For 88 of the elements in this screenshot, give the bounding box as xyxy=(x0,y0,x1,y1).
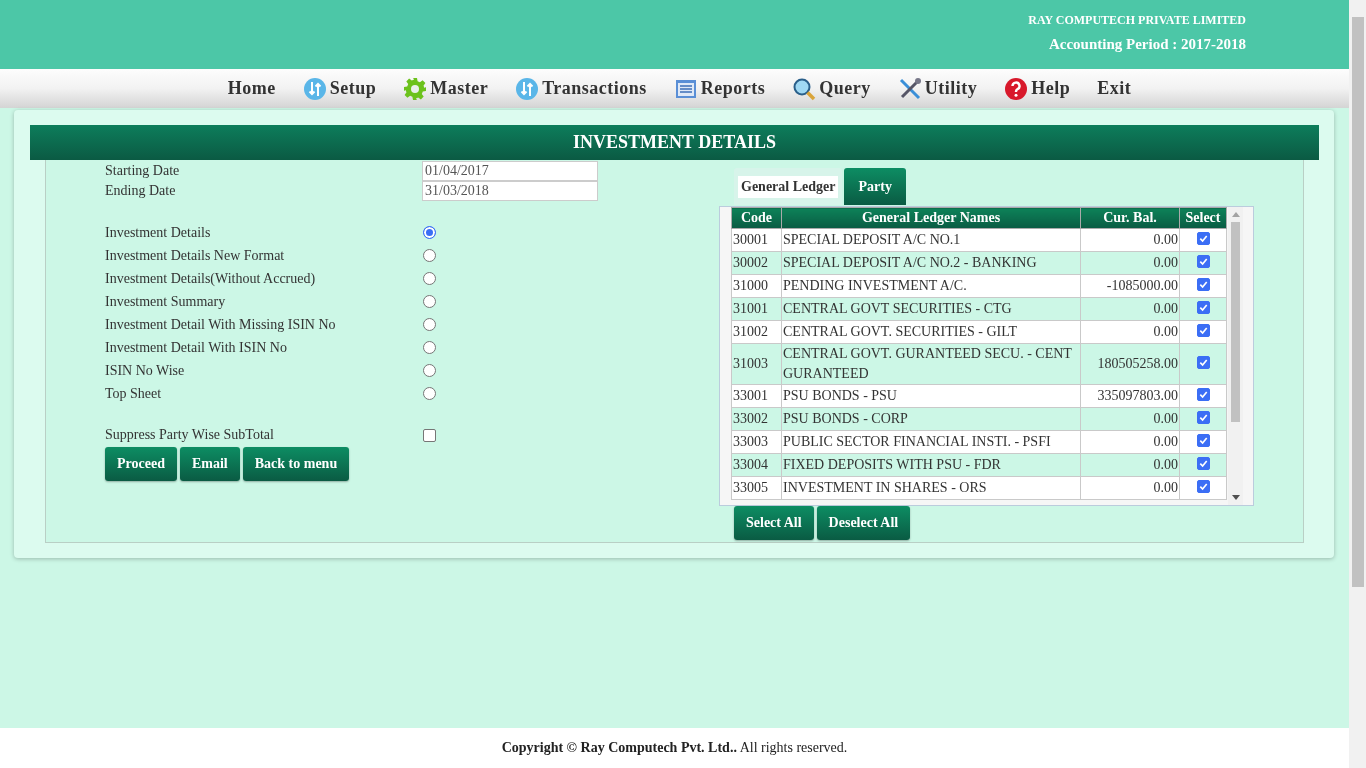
checkbox[interactable] xyxy=(1197,388,1210,401)
page-title-bar: INVESTMENT DETAILS xyxy=(30,125,1319,160)
menu-item[interactable]: Query xyxy=(792,76,871,101)
table-cell: 33003 xyxy=(731,430,782,454)
arrows-icon xyxy=(515,76,540,101)
menu-item[interactable]: Help xyxy=(1004,76,1071,101)
option-label: ISIN No Wise xyxy=(105,362,186,379)
checkbox[interactable] xyxy=(1197,301,1210,314)
table-cell: PENDING INVESTMENT A/C. xyxy=(781,274,1081,298)
action-button[interactable]: Deselect All xyxy=(816,506,911,540)
table-cell: 31003 xyxy=(731,343,782,385)
radio-button[interactable] xyxy=(423,341,436,354)
date-field[interactable]: 31/03/2018 xyxy=(422,181,598,201)
arrows-icon xyxy=(302,76,327,101)
radio-button[interactable] xyxy=(423,364,436,377)
company-name: RAY COMPUTECH PRIVATE LIMITED xyxy=(1028,13,1246,28)
copyright-text: Copyright © Ray Computech Pvt. Ltd.. All rights reserved. xyxy=(501,740,848,756)
checkbox[interactable] xyxy=(1197,255,1210,268)
table-cell: 30002 xyxy=(731,251,782,275)
scrollbar[interactable] xyxy=(1228,207,1243,505)
checkbox[interactable] xyxy=(1197,457,1210,470)
menu-item[interactable]: Exit xyxy=(1097,78,1132,99)
table-cell: PSU BONDS - CORP xyxy=(781,407,1081,431)
table-cell: 33004 xyxy=(731,453,782,477)
table-cell: CENTRAL GOVT SECURITIES - CTG xyxy=(781,297,1081,321)
checkbox[interactable] xyxy=(1197,434,1210,447)
table-cell: 33005 xyxy=(731,476,782,500)
table-cell: 180505258.00 xyxy=(1080,343,1180,385)
column-header: General Ledger Names xyxy=(781,207,1081,229)
accounting-period: Accounting Period : 2017-2018 xyxy=(1048,36,1246,53)
help-icon xyxy=(1004,76,1029,101)
option-label: Suppress Party Wise SubTotal xyxy=(105,427,275,443)
column-header: Code xyxy=(731,207,782,229)
table-cell: INVESTMENT IN SHARES - ORS xyxy=(781,476,1081,500)
gear-icon xyxy=(403,76,428,101)
tools-icon xyxy=(897,76,922,101)
date-field[interactable]: 01/04/2017 xyxy=(422,161,598,181)
search-icon xyxy=(792,76,817,101)
column-header: Select xyxy=(1179,207,1227,229)
checkbox[interactable] xyxy=(1197,232,1210,245)
table-cell: PSU BONDS - PSU xyxy=(781,384,1081,408)
radio-button[interactable] xyxy=(423,295,436,308)
page-scrollbar[interactable] xyxy=(1349,0,1366,768)
checkbox[interactable] xyxy=(1197,324,1210,337)
table-cell: SPECIAL DEPOSIT A/C NO.1 xyxy=(781,228,1081,252)
option-label: Investment Details xyxy=(105,224,212,241)
table-cell: 30001 xyxy=(731,228,782,252)
action-button[interactable]: Back to menu xyxy=(242,447,350,481)
menu-item[interactable]: Home xyxy=(227,78,276,99)
date-label: Starting Date xyxy=(105,163,181,179)
checkbox[interactable] xyxy=(423,428,436,442)
option-label: Investment Detail With ISIN No xyxy=(105,339,288,356)
table-cell: 31001 xyxy=(731,297,782,321)
tab[interactable]: General Ledger xyxy=(734,168,843,205)
table-cell: 31000 xyxy=(731,274,782,298)
table-cell: 33002 xyxy=(731,407,782,431)
tab[interactable]: Party xyxy=(844,168,906,205)
option-label: Investment Details New Format xyxy=(105,247,286,264)
radio-button[interactable] xyxy=(423,387,436,400)
table-cell: PUBLIC SECTOR FINANCIAL INSTI. - PSFI xyxy=(781,430,1081,454)
action-button[interactable]: Email xyxy=(179,447,240,481)
radio-button[interactable] xyxy=(423,318,436,331)
table-cell: 31002 xyxy=(731,320,782,344)
menu-item[interactable]: Master xyxy=(403,76,489,101)
checkbox[interactable] xyxy=(1197,480,1210,493)
option-label: Investment Detail With Missing ISIN No xyxy=(105,316,337,333)
option-label: Investment Details(Without Accrued) xyxy=(105,270,317,287)
table-cell: 33001 xyxy=(731,384,782,408)
date-label: Ending Date xyxy=(105,183,177,199)
menu-item[interactable]: Transactions xyxy=(515,76,647,101)
radio-button[interactable] xyxy=(423,272,436,285)
table-cell: FIXED DEPOSITS WITH PSU - FDR xyxy=(781,453,1081,477)
menu-item[interactable]: Utility xyxy=(897,76,978,101)
checkbox[interactable] xyxy=(1197,356,1210,369)
menu-item[interactable]: Reports xyxy=(673,76,766,101)
checkbox[interactable] xyxy=(1197,278,1210,291)
column-header: Cur. Bal. xyxy=(1080,207,1180,229)
table-cell: CENTRAL GOVT. SECURITIES - GILT xyxy=(781,320,1081,344)
option-label: Top Sheet xyxy=(105,385,163,402)
table-cell: CENTRAL GOVT. GURANTEED SECU. - CENT GURANTEED xyxy=(781,343,1081,385)
menu-item[interactable]: Setup xyxy=(302,76,377,101)
radio-button[interactable] xyxy=(423,249,436,262)
radio-button[interactable] xyxy=(423,226,436,239)
checkbox[interactable] xyxy=(1197,411,1210,424)
table-cell: SPECIAL DEPOSIT A/C NO.2 - BANKING xyxy=(781,251,1081,275)
action-button[interactable]: Select All xyxy=(734,506,814,540)
option-label: Investment Summary xyxy=(105,293,227,310)
action-button[interactable]: Proceed xyxy=(105,447,177,481)
